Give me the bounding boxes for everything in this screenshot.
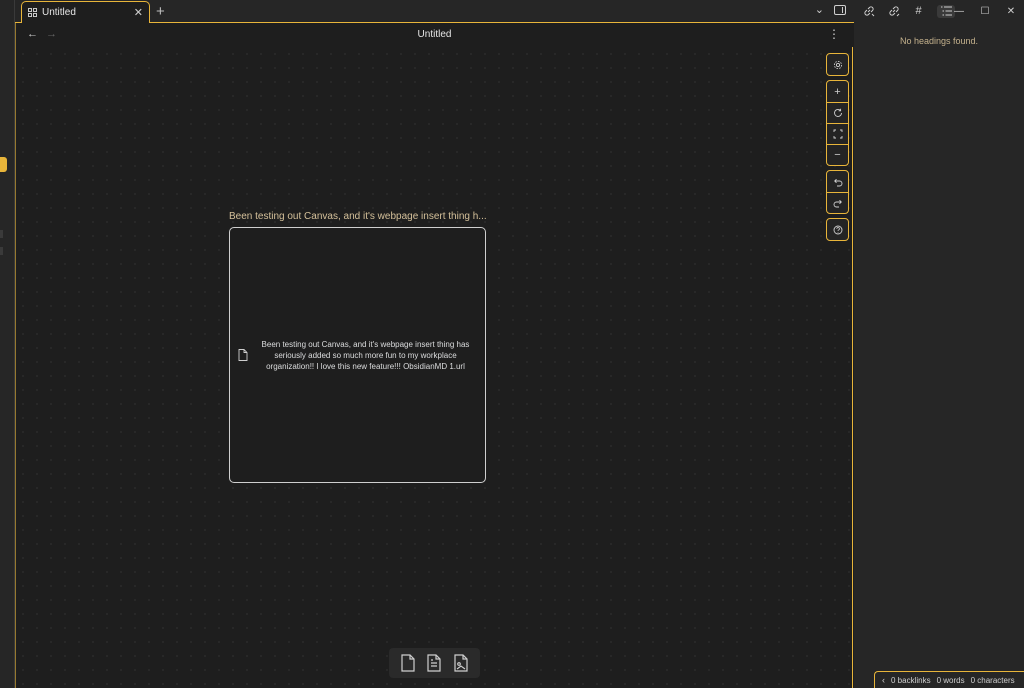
help-group	[826, 218, 849, 241]
minus-icon: −	[834, 149, 841, 161]
ribbon-dot	[0, 230, 3, 238]
more-options-icon[interactable]: ⋮	[828, 27, 840, 41]
file-icon	[238, 349, 248, 361]
view-title[interactable]: Untitled	[15, 29, 854, 40]
zoom-out-button[interactable]: −	[827, 144, 848, 165]
plus-icon: +	[834, 85, 841, 98]
maximize-icon	[833, 129, 842, 139]
redo-icon	[833, 199, 842, 208]
canvas-file-node[interactable]: Been testing out Canvas, and it's webpag…	[229, 227, 486, 483]
app-window: Untitled ✕ + ⌄ ← → Untitled ⋮ Been testi…	[0, 0, 1024, 688]
status-bar: ‹ 0 backlinks 0 words 0 characters	[874, 671, 1024, 688]
ribbon-active-marker[interactable]	[0, 157, 7, 172]
outline-empty-message: No headings found.	[899, 36, 979, 46]
view-header: ← → Untitled ⋮	[15, 23, 854, 47]
reset-zoom-button[interactable]	[827, 102, 848, 123]
window-controls: — ☐ ✕	[946, 0, 1024, 22]
zoom-controls-group: + −	[826, 80, 849, 166]
right-sidebar-toggle-icon[interactable]	[834, 4, 846, 15]
add-note-from-vault-button[interactable]	[424, 653, 444, 673]
help-icon	[833, 225, 842, 234]
file-text-icon	[427, 654, 442, 672]
right-sidebar: # — ☐ ✕ No headings found.	[854, 0, 1024, 688]
word-count: 0 words	[936, 675, 965, 685]
canvas-card-toolbar	[389, 648, 480, 678]
add-card-button[interactable]	[398, 653, 418, 673]
tab-list-chevron-down-icon[interactable]: ⌄	[815, 3, 824, 16]
tab-title: Untitled	[42, 7, 76, 18]
file-icon	[401, 654, 415, 672]
undo-icon	[833, 178, 842, 186]
canvas-help-button[interactable]	[827, 219, 848, 240]
close-tab-button[interactable]: ✕	[134, 6, 143, 19]
canvas-icon	[28, 8, 37, 17]
zoom-in-button[interactable]: +	[827, 81, 848, 102]
zoom-to-fit-button[interactable]	[827, 123, 848, 144]
tab-untitled[interactable]: Untitled ✕	[21, 1, 150, 23]
redo-button[interactable]	[827, 192, 848, 213]
tags-icon[interactable]: #	[912, 5, 925, 18]
close-window-icon[interactable]: ✕	[998, 6, 1024, 17]
chevron-left-icon[interactable]: ‹	[882, 675, 885, 685]
undo-button[interactable]	[827, 171, 848, 192]
minimize-icon[interactable]: —	[946, 6, 972, 17]
new-tab-button[interactable]: +	[156, 3, 165, 20]
left-ribbon	[0, 0, 15, 688]
backlinks-icon[interactable]	[862, 5, 875, 18]
canvas-settings-button[interactable]	[827, 54, 848, 75]
refresh-icon	[833, 108, 842, 117]
character-count: 0 characters	[970, 675, 1015, 685]
canvas-node-label[interactable]: Been testing out Canvas, and it's webpag…	[229, 211, 489, 222]
add-media-button[interactable]	[451, 653, 471, 673]
canvas-node-text: Been testing out Canvas, and it's webpag…	[261, 339, 470, 371]
outgoing-links-icon[interactable]	[887, 5, 900, 18]
file-image-icon	[454, 654, 468, 672]
history-controls-group	[826, 170, 849, 214]
backlinks-count[interactable]: 0 backlinks	[891, 676, 931, 685]
canvas-settings-group	[826, 53, 849, 76]
ribbon-dot	[0, 247, 3, 255]
gear-icon	[833, 60, 842, 69]
tab-bar: Untitled ✕ + ⌄	[15, 0, 854, 23]
maximize-icon[interactable]: ☐	[972, 6, 998, 17]
